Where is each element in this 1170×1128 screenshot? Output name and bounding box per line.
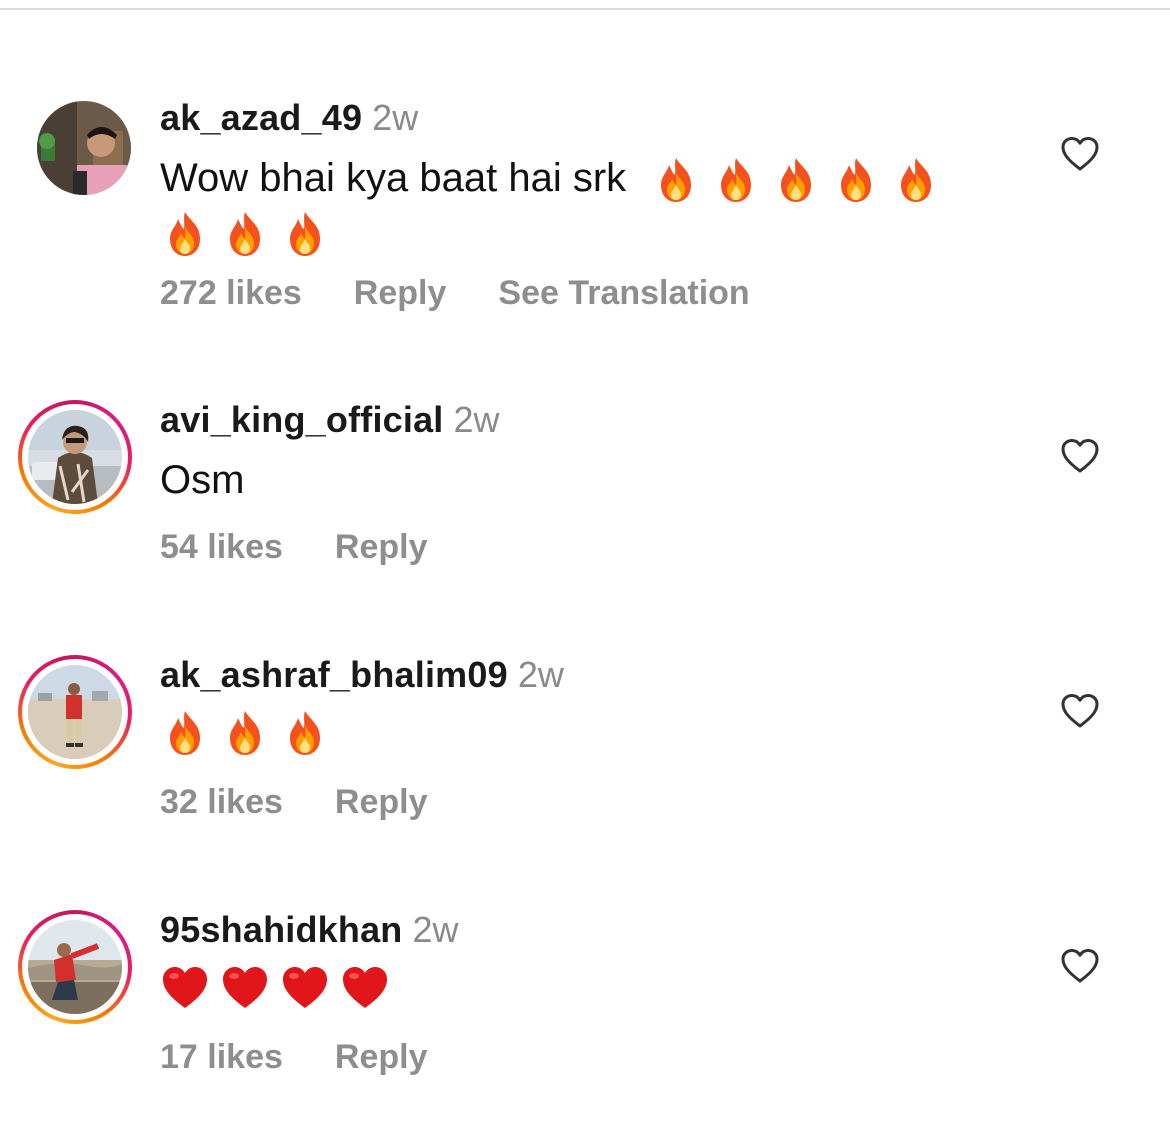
like-button[interactable] bbox=[1060, 948, 1100, 984]
like-button[interactable] bbox=[1060, 438, 1100, 474]
fire-emoji bbox=[280, 209, 330, 259]
comment-actions: 272 likes Reply See Translation bbox=[160, 274, 750, 313]
red-heart-emoji bbox=[160, 963, 210, 1013]
comment-item: ak_ashraf_bhalim09 2w 32 likes Reply bbox=[0, 655, 1170, 835]
comment-actions: 17 likes Reply bbox=[160, 1038, 479, 1077]
username[interactable]: 95shahidkhan bbox=[160, 909, 402, 950]
like-button[interactable] bbox=[1060, 693, 1100, 729]
fire-emoji bbox=[160, 708, 210, 758]
comment-actions: 32 likes Reply bbox=[160, 783, 479, 822]
comment-age: 2w bbox=[372, 97, 419, 138]
avatar-photo bbox=[28, 665, 122, 759]
emoji-row bbox=[651, 155, 941, 205]
red-heart-emoji bbox=[280, 963, 330, 1013]
avatar-story-ring[interactable] bbox=[18, 655, 132, 769]
fire-emoji bbox=[160, 209, 210, 259]
comment-text bbox=[160, 705, 1000, 758]
comment-age: 2w bbox=[517, 654, 564, 695]
avatar[interactable] bbox=[36, 100, 132, 196]
comment-item: ak_azad_49 2w Wow bhai kya baat hai srk 2… bbox=[0, 98, 1170, 328]
fire-emoji bbox=[280, 708, 330, 758]
comment-actions: 54 likes Reply bbox=[160, 528, 479, 567]
comment-body: Osm bbox=[160, 458, 245, 502]
emoji-row bbox=[160, 963, 390, 1013]
comment-text: Osm bbox=[160, 454, 1000, 506]
likes-count[interactable]: 54 likes bbox=[160, 528, 283, 567]
avatar-photo bbox=[28, 920, 122, 1014]
emoji-row bbox=[160, 708, 330, 758]
comment-age: 2w bbox=[412, 909, 459, 950]
reply-button[interactable]: Reply bbox=[354, 274, 447, 313]
red-heart-emoji bbox=[340, 963, 390, 1013]
likes-count[interactable]: 272 likes bbox=[160, 274, 302, 313]
fire-emoji bbox=[831, 155, 881, 205]
comment-meta: 95shahidkhan 2w bbox=[160, 910, 459, 950]
username[interactable]: ak_azad_49 bbox=[160, 97, 362, 138]
likes-count[interactable]: 32 likes bbox=[160, 783, 283, 822]
like-button[interactable] bbox=[1060, 136, 1100, 172]
comment-meta: ak_ashraf_bhalim09 2w bbox=[160, 655, 564, 695]
heart-outline-icon bbox=[1061, 439, 1099, 473]
likes-count[interactable]: 17 likes bbox=[160, 1038, 283, 1077]
reply-button[interactable]: Reply bbox=[335, 783, 428, 822]
fire-emoji bbox=[711, 155, 761, 205]
comment-item: 95shahidkhan 2w 17 likes Reply bbox=[0, 910, 1170, 1090]
avatar-photo bbox=[37, 101, 131, 195]
reply-button[interactable]: Reply bbox=[335, 528, 428, 567]
avatar-story-ring[interactable] bbox=[18, 400, 132, 514]
emoji-row bbox=[160, 209, 330, 259]
comment-text: Wow bhai kya baat hai srk bbox=[160, 152, 1000, 259]
avatar-photo bbox=[28, 410, 122, 504]
avatar-story-ring[interactable] bbox=[18, 910, 132, 1024]
fire-emoji bbox=[220, 708, 270, 758]
fire-emoji bbox=[651, 155, 701, 205]
comment-item: avi_king_official 2w Osm 54 likes Reply bbox=[0, 400, 1170, 580]
username[interactable]: avi_king_official bbox=[160, 399, 444, 440]
red-heart-emoji bbox=[220, 963, 270, 1013]
heart-outline-icon bbox=[1061, 137, 1099, 171]
fire-emoji bbox=[220, 209, 270, 259]
username[interactable]: ak_ashraf_bhalim09 bbox=[160, 654, 508, 695]
heart-outline-icon bbox=[1061, 694, 1099, 728]
fire-emoji bbox=[771, 155, 821, 205]
comment-body: Wow bhai kya baat hai srk bbox=[160, 156, 627, 200]
reply-button[interactable]: Reply bbox=[335, 1038, 428, 1077]
comment-text bbox=[160, 960, 1000, 1013]
heart-outline-icon bbox=[1061, 949, 1099, 983]
comment-meta: avi_king_official 2w bbox=[160, 400, 500, 440]
comment-age: 2w bbox=[453, 399, 500, 440]
top-divider bbox=[0, 8, 1170, 10]
fire-emoji bbox=[891, 155, 941, 205]
comment-meta: ak_azad_49 2w bbox=[160, 98, 418, 138]
see-translation-button[interactable]: See Translation bbox=[498, 274, 749, 313]
